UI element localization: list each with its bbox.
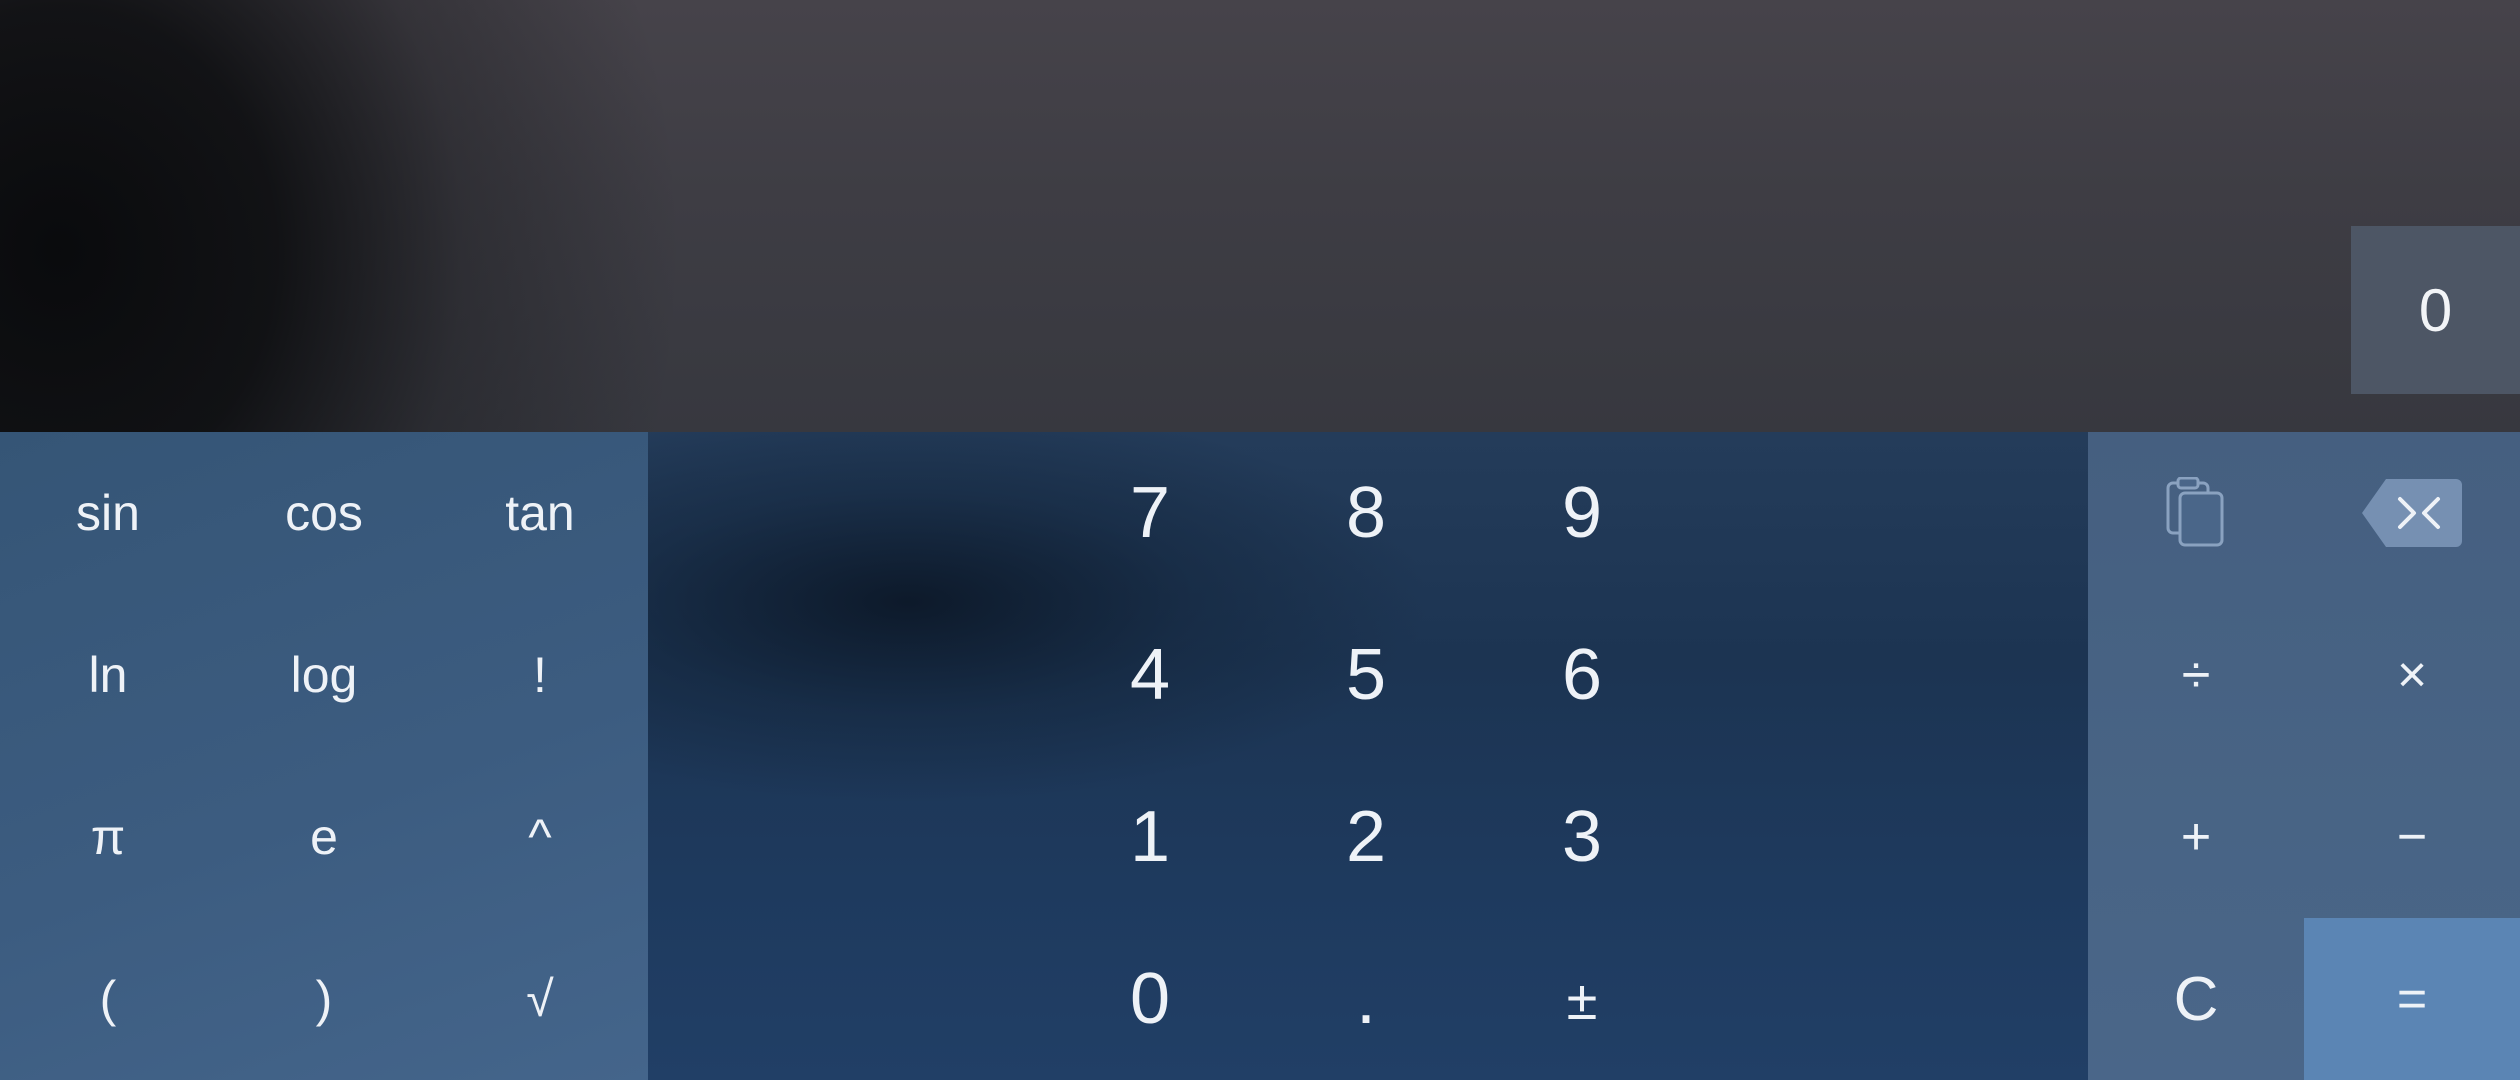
digit-4-key[interactable]: 4 [1042,594,1258,756]
calculator-app: 0 sin cos tan ln log ! π e ^ ( ) √ 7 8 9… [0,0,2520,1080]
tan-key[interactable]: tan [432,432,648,594]
sin-key[interactable]: sin [0,432,216,594]
pi-key[interactable]: π [0,756,216,918]
scientific-panel: sin cos tan ln log ! π e ^ ( ) √ [0,432,648,1080]
digit-7-key[interactable]: 7 [1042,432,1258,594]
backspace-icon [2360,477,2464,549]
divide-key[interactable]: ÷ [2088,594,2304,756]
digit-2-key[interactable]: 2 [1258,756,1474,918]
digit-8-key[interactable]: 8 [1258,432,1474,594]
backspace-button[interactable] [2304,432,2520,594]
digit-0-key[interactable]: 0 [1042,918,1258,1080]
multiply-key[interactable]: × [2304,594,2520,756]
digit-9-key[interactable]: 9 [1474,432,1690,594]
power-key[interactable]: ^ [432,756,648,918]
plus-minus-key[interactable]: ± [1474,918,1690,1080]
equals-key[interactable]: = [2304,918,2520,1080]
digit-1-key[interactable]: 1 [1042,756,1258,918]
e-key[interactable]: e [216,756,432,918]
clipboard-icon [2164,477,2228,549]
close-paren-key[interactable]: ) [216,918,432,1080]
sqrt-key[interactable]: √ [432,918,648,1080]
minus-key[interactable]: − [2304,756,2520,918]
open-paren-key[interactable]: ( [0,918,216,1080]
digit-5-key[interactable]: 5 [1258,594,1474,756]
clear-key[interactable]: C [2088,918,2304,1080]
copy-button[interactable] [2088,432,2304,594]
ln-key[interactable]: ln [0,594,216,756]
number-panel: 7 8 9 4 5 6 1 2 3 0 . ± [648,432,2088,1080]
plus-key[interactable]: + [2088,756,2304,918]
operator-panel: ÷ × + − C = [2088,432,2520,1080]
keypad: sin cos tan ln log ! π e ^ ( ) √ 7 8 9 4… [0,432,2520,1080]
factorial-key[interactable]: ! [432,594,648,756]
digit-6-key[interactable]: 6 [1474,594,1690,756]
result-display: 0 [2351,226,2520,394]
cos-key[interactable]: cos [216,432,432,594]
decimal-point-key[interactable]: . [1258,918,1474,1080]
log-key[interactable]: log [216,594,432,756]
display-area: 0 [0,0,2520,432]
digit-3-key[interactable]: 3 [1474,756,1690,918]
